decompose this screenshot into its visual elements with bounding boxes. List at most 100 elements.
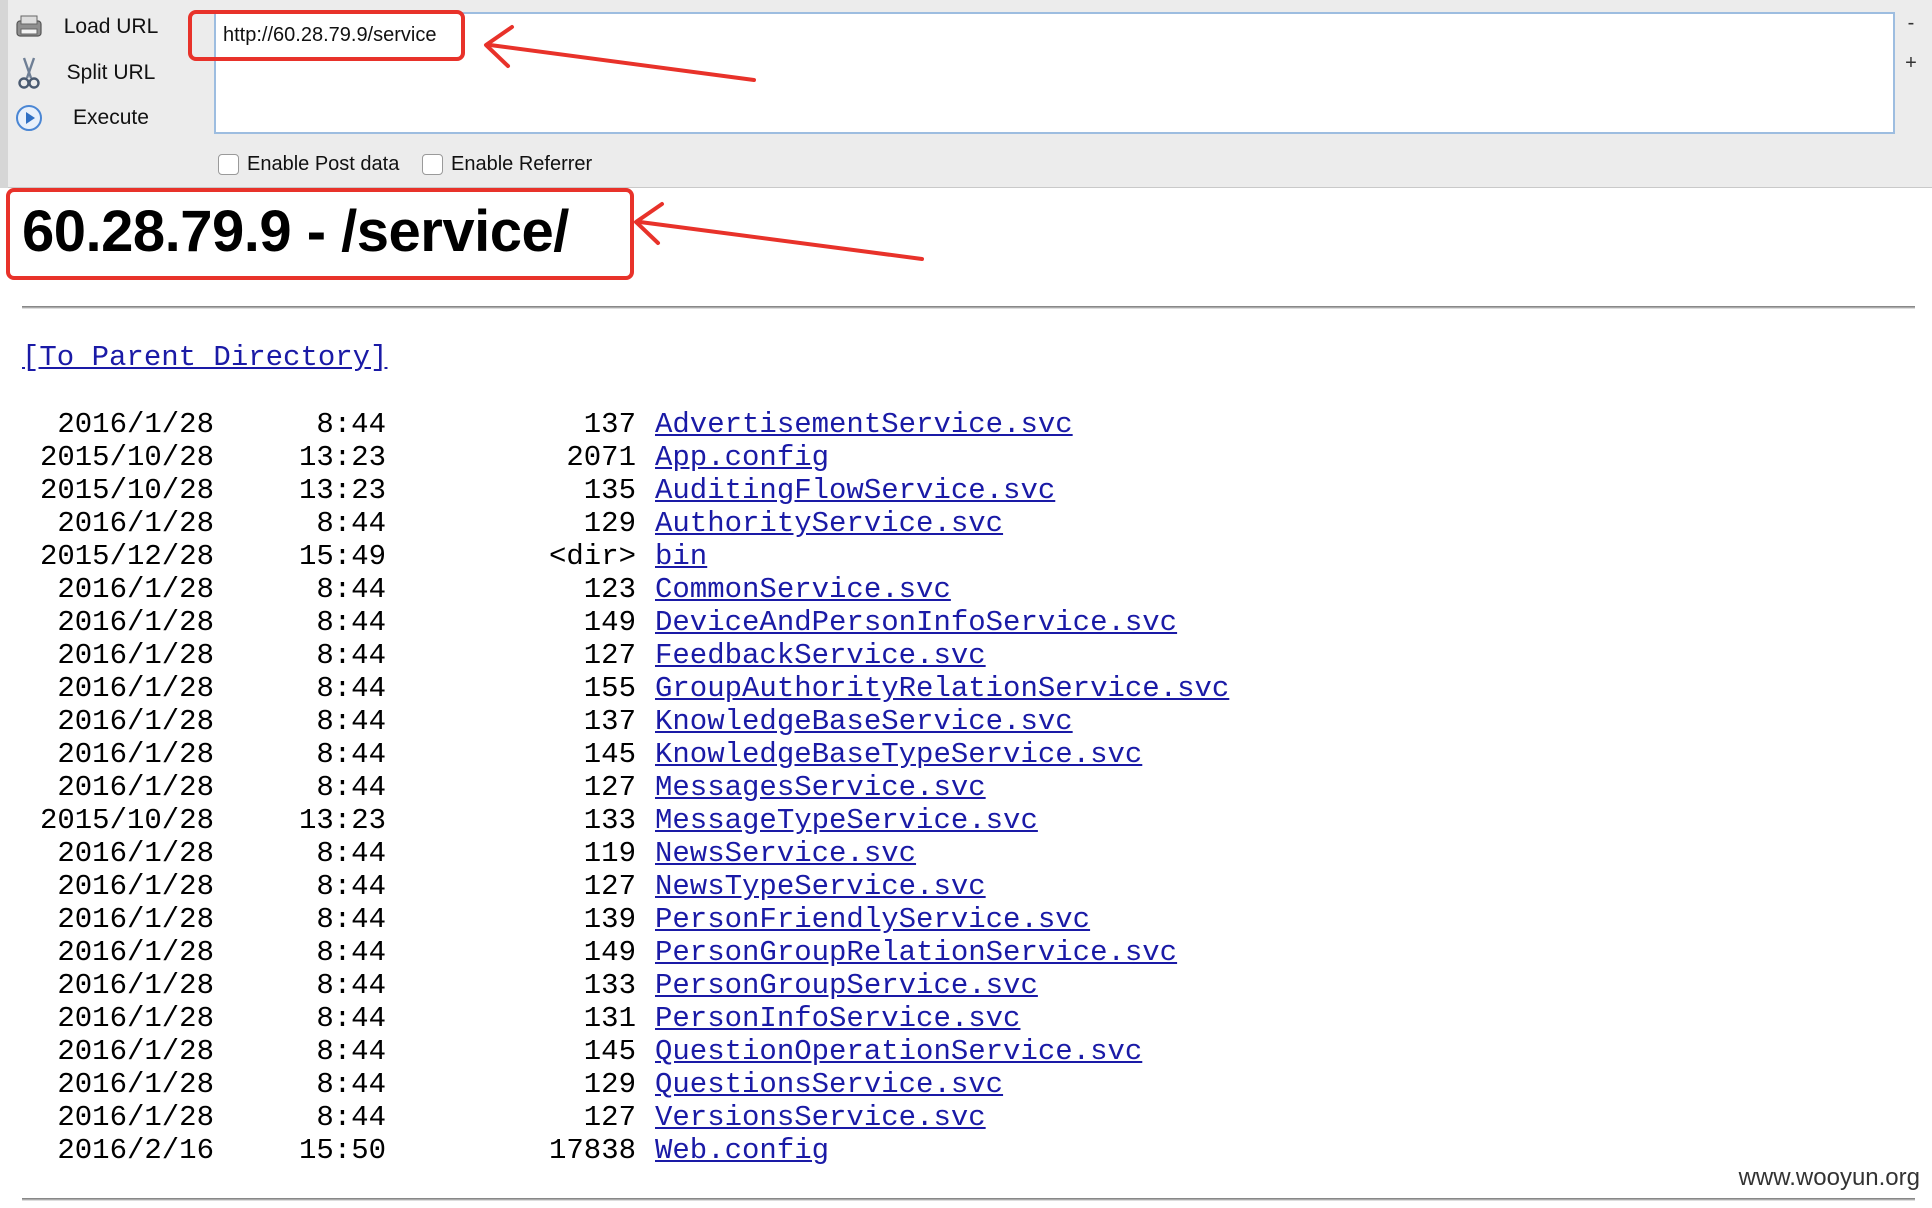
entry-size: 133: [583, 804, 636, 837]
listing-row: 2016/1/28 8:44 129 AuthorityService.svc: [22, 507, 1622, 540]
entry-time: 8:44: [316, 1101, 386, 1134]
entry-date: 2016/1/28: [57, 408, 214, 441]
entry-size: 127: [583, 639, 636, 672]
entry-size: 2071: [566, 441, 636, 474]
listing-row: 2016/1/28 8:44 137 AdvertisementService.svc: [22, 408, 1622, 441]
parent-directory-link[interactable]: [To Parent Directory]: [22, 340, 387, 376]
entry-file-link[interactable]: PersonGroupRelationService.svc: [655, 936, 1177, 969]
enable-referrer-checkbox[interactable]: Enable Referrer: [422, 153, 592, 176]
entry-time: 8:44: [316, 672, 386, 705]
entry-file-link[interactable]: CommonService.svc: [655, 573, 951, 606]
entry-file-link[interactable]: PersonInfoService.svc: [655, 1002, 1020, 1035]
entry-date: 2016/1/28: [57, 870, 214, 903]
entry-date: 2016/1/28: [57, 936, 214, 969]
listing-row: 2016/1/28 8:44 145 QuestionOperationService…: [22, 1035, 1622, 1068]
entry-file-link[interactable]: App.config: [655, 441, 829, 474]
enable-post-data-checkbox[interactable]: Enable Post data: [218, 153, 399, 176]
entry-size: 127: [583, 870, 636, 903]
entry-date: 2015/10/28: [39, 441, 214, 474]
entry-date: 2016/2/16: [57, 1134, 214, 1167]
load-url-button[interactable]: Load URL: [12, 7, 182, 47]
checkbox-box[interactable]: [218, 154, 239, 175]
entry-date: 2016/1/28: [57, 903, 214, 936]
entry-file-link[interactable]: AuditingFlowService.svc: [655, 474, 1055, 507]
entry-size: 131: [583, 1002, 636, 1035]
entry-file-link[interactable]: AdvertisementService.svc: [655, 408, 1073, 441]
entry-file-link[interactable]: QuestionsService.svc: [655, 1068, 1003, 1101]
entry-date: 2015/10/28: [39, 474, 214, 507]
entry-size: 129: [583, 1068, 636, 1101]
entry-date: 2016/1/28: [57, 771, 214, 804]
entry-file-link[interactable]: bin: [655, 540, 707, 573]
entry-date: 2016/1/28: [57, 969, 214, 1002]
entry-time: 8:44: [316, 705, 386, 738]
entry-time: 8:44: [316, 870, 386, 903]
entry-file-link[interactable]: AuthorityService.svc: [655, 507, 1003, 540]
entry-size: 127: [583, 771, 636, 804]
load-url-icon: [12, 10, 46, 44]
entry-file-link[interactable]: PersonGroupService.svc: [655, 969, 1038, 1002]
entry-date: 2016/1/28: [57, 1101, 214, 1134]
entry-date: 2016/1/28: [57, 507, 214, 540]
expand-button[interactable]: +: [1902, 52, 1920, 74]
listing-row: 2016/1/28 8:44 133 PersonGroupService.svc: [22, 969, 1622, 1002]
entry-date: 2016/1/28: [57, 639, 214, 672]
split-url-label: Split URL: [66, 61, 156, 84]
listing-row: 2015/10/28 13:23 133 MessageTypeService.svc: [22, 804, 1622, 837]
execute-button[interactable]: Execute: [12, 98, 182, 138]
entry-size: 133: [583, 969, 636, 1002]
execute-label: Execute: [73, 106, 149, 129]
enable-post-data-label: Enable Post data: [247, 153, 400, 175]
entry-time: 8:44: [316, 969, 386, 1002]
entry-date: 2016/1/28: [57, 606, 214, 639]
entry-file-link[interactable]: NewsTypeService.svc: [655, 870, 986, 903]
entry-date: 2016/1/28: [57, 1002, 214, 1035]
entry-time: 13:23: [298, 474, 386, 507]
shrink-button[interactable]: -: [1902, 12, 1920, 34]
checkbox-box[interactable]: [422, 154, 443, 175]
entry-size: 149: [583, 936, 636, 969]
url-input[interactable]: [214, 12, 1895, 134]
entry-file-link[interactable]: MessageTypeService.svc: [655, 804, 1038, 837]
listing-row: 2016/1/28 8:44 137 KnowledgeBaseService.svc: [22, 705, 1622, 738]
listing-row: 2016/1/28 8:44 127 NewsTypeService.svc: [22, 870, 1622, 903]
entry-file-link[interactable]: DeviceAndPersonInfoService.svc: [655, 606, 1177, 639]
url-highlight-box: [188, 10, 465, 61]
listing-row: 2015/10/28 13:23 135 AuditingFlowService.sv…: [22, 474, 1622, 507]
entry-file-link[interactable]: GroupAuthorityRelationService.svc: [655, 672, 1229, 705]
entry-file-link[interactable]: NewsService.svc: [655, 837, 916, 870]
entry-time: 13:23: [298, 441, 386, 474]
entry-time: 15:50: [298, 1134, 386, 1167]
title-highlight-box: [6, 188, 634, 280]
entry-file-link[interactable]: PersonFriendlyService.svc: [655, 903, 1090, 936]
listing-row: 2015/10/28 13:23 2071 App.config: [22, 441, 1622, 474]
watermark: www.wooyun.org: [1738, 1164, 1920, 1191]
entry-date: 2016/1/28: [57, 837, 214, 870]
entry-file-link[interactable]: FeedbackService.svc: [655, 639, 986, 672]
entry-time: 8:44: [316, 771, 386, 804]
entry-size: 17838: [548, 1134, 636, 1167]
entry-size: <dir>: [548, 540, 636, 573]
entry-size: 155: [583, 672, 636, 705]
entry-file-link[interactable]: QuestionOperationService.svc: [655, 1035, 1142, 1068]
listing-row: 2016/1/28 8:44 119 NewsService.svc: [22, 837, 1622, 870]
listing-row: 2016/1/28 8:44 149 DeviceAndPersonInfoServi…: [22, 606, 1622, 639]
entry-file-link[interactable]: KnowledgeBaseTypeService.svc: [655, 738, 1142, 771]
split-url-button[interactable]: Split URL: [12, 53, 182, 93]
entry-time: 8:44: [316, 1002, 386, 1035]
entry-time: 8:44: [316, 738, 386, 771]
entry-size: 137: [583, 408, 636, 441]
enable-referrer-label: Enable Referrer: [451, 153, 593, 175]
entry-date: 2016/1/28: [57, 672, 214, 705]
entry-date: 2016/1/28: [57, 738, 214, 771]
entry-file-link[interactable]: MessagesService.svc: [655, 771, 986, 804]
entry-size: 145: [583, 1035, 636, 1068]
entry-time: 8:44: [316, 1068, 386, 1101]
entry-time: 8:44: [316, 639, 386, 672]
entry-time: 8:44: [316, 573, 386, 606]
listing-row: 2016/1/28 8:44 129 QuestionsService.svc: [22, 1068, 1622, 1101]
entry-file-link[interactable]: VersionsService.svc: [655, 1101, 986, 1134]
entry-file-link[interactable]: Web.config: [655, 1134, 829, 1167]
entry-date: 2016/1/28: [57, 1035, 214, 1068]
entry-file-link[interactable]: KnowledgeBaseService.svc: [655, 705, 1073, 738]
